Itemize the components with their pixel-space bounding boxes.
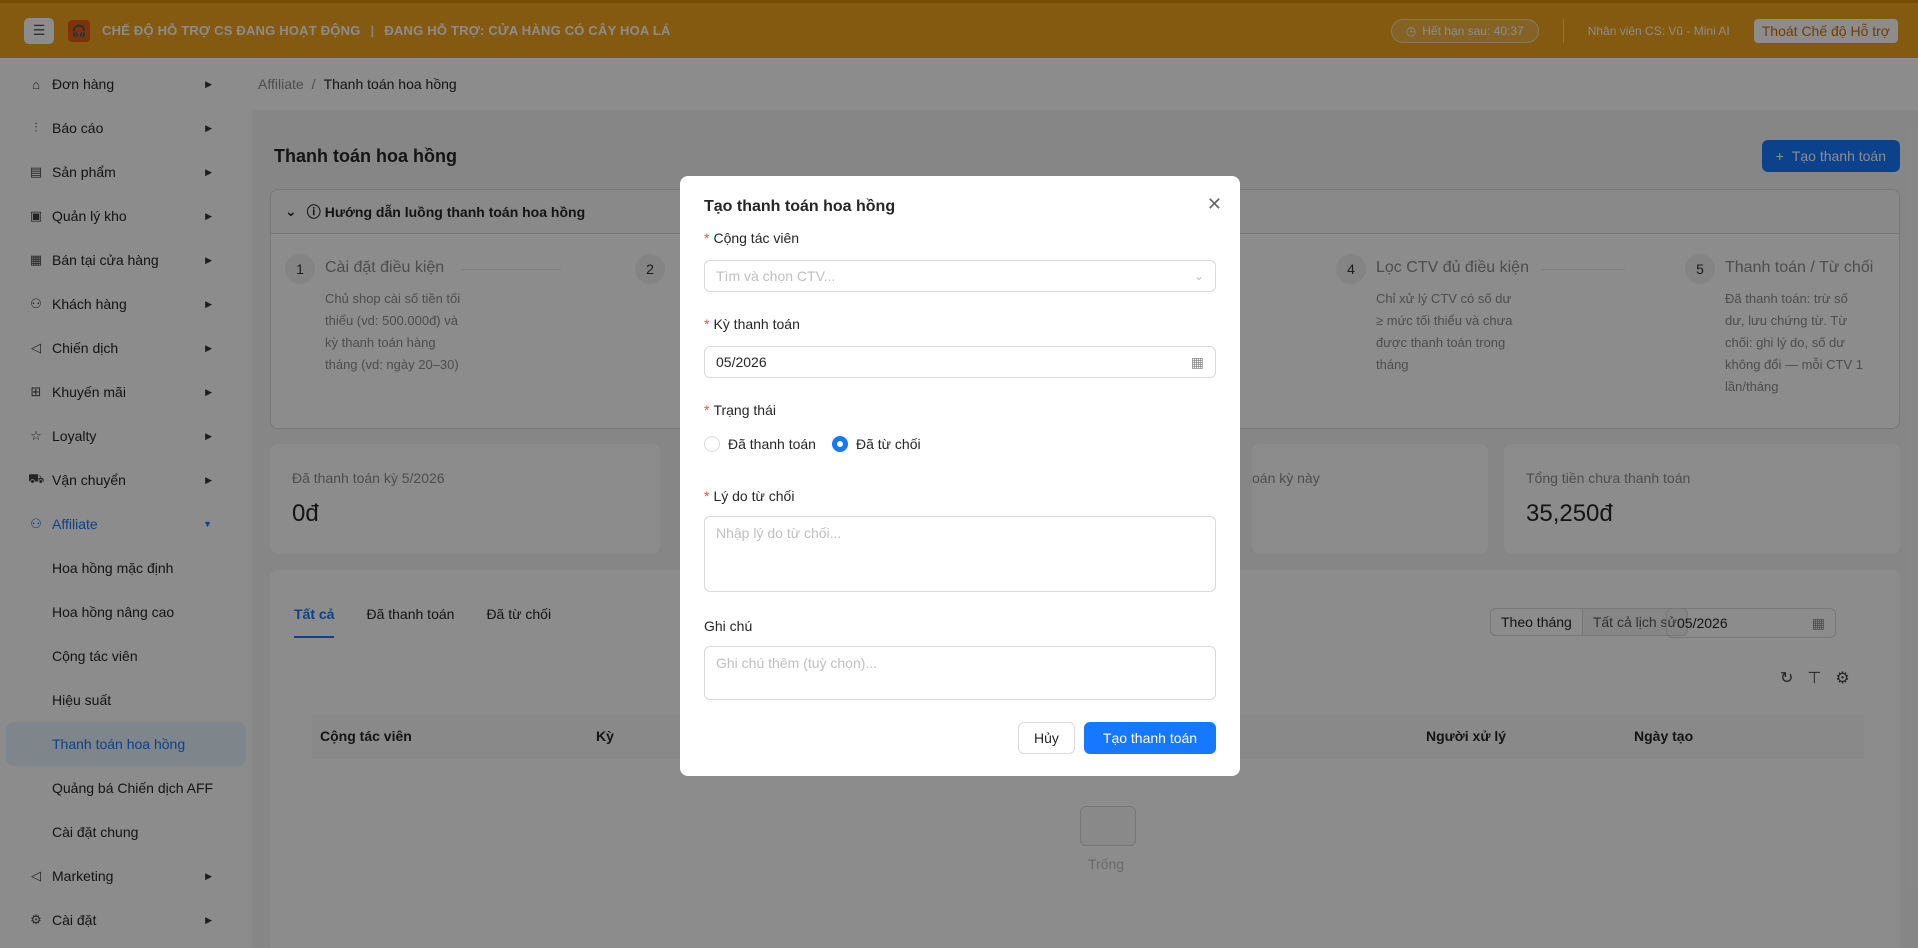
radio-label: Đã từ chối [855, 436, 921, 452]
status-paid-radio[interactable]: Đã thanh toán [704, 436, 816, 452]
ctv-label: * Cộng tác viên [704, 230, 799, 246]
cancel-button[interactable]: Hủy [1018, 722, 1075, 754]
reason-label: * Lý do từ chối [704, 488, 794, 504]
period-label: * Kỳ thanh toán [704, 316, 800, 332]
ctv-placeholder: Tìm và chọn CTV... [716, 268, 836, 284]
close-icon[interactable]: ✕ [1207, 194, 1222, 215]
modal-title: Tạo thanh toán hoa hồng [704, 198, 896, 215]
status-rejected-radio[interactable]: Đã từ chối [831, 436, 921, 452]
reason-label-text: Lý do từ chối [713, 488, 795, 504]
period-label-text: Kỳ thanh toán [713, 316, 800, 332]
chevron-down-icon: ⌄ [1193, 269, 1204, 283]
status-radio-group: Đã thanh toán Đã từ chối [704, 436, 921, 452]
note-textarea[interactable]: Ghi chú thêm (tuỳ chọn)... [704, 646, 1216, 700]
ctv-label-text: Cộng tác viên [713, 230, 800, 246]
radio-label: Đã thanh toán [728, 436, 816, 452]
reason-textarea[interactable]: Nhập lý do từ chối... [704, 516, 1216, 592]
required-mark: * [704, 402, 710, 418]
calendar-icon: ▦ [1190, 353, 1204, 370]
ctv-select[interactable]: Tìm và chọn CTV... ⌄ [704, 260, 1216, 292]
radio-circle-checked [831, 436, 848, 452]
status-label-text: Trạng thái [713, 402, 776, 418]
note-label: Ghi chú [704, 618, 753, 634]
submit-payment-button[interactable]: Tạo thanh toán [1084, 722, 1216, 754]
required-mark: * [704, 230, 710, 246]
required-mark: * [704, 316, 710, 332]
create-payment-modal: Tạo thanh toán hoa hồng ✕ * Cộng tác viên… [680, 176, 1240, 776]
period-value: 05/2026 [716, 354, 767, 370]
status-label: * Trạng thái [704, 402, 776, 418]
period-date-picker[interactable]: 05/2026 ▦ [704, 346, 1216, 378]
required-mark: * [704, 488, 710, 504]
radio-circle [704, 436, 720, 452]
